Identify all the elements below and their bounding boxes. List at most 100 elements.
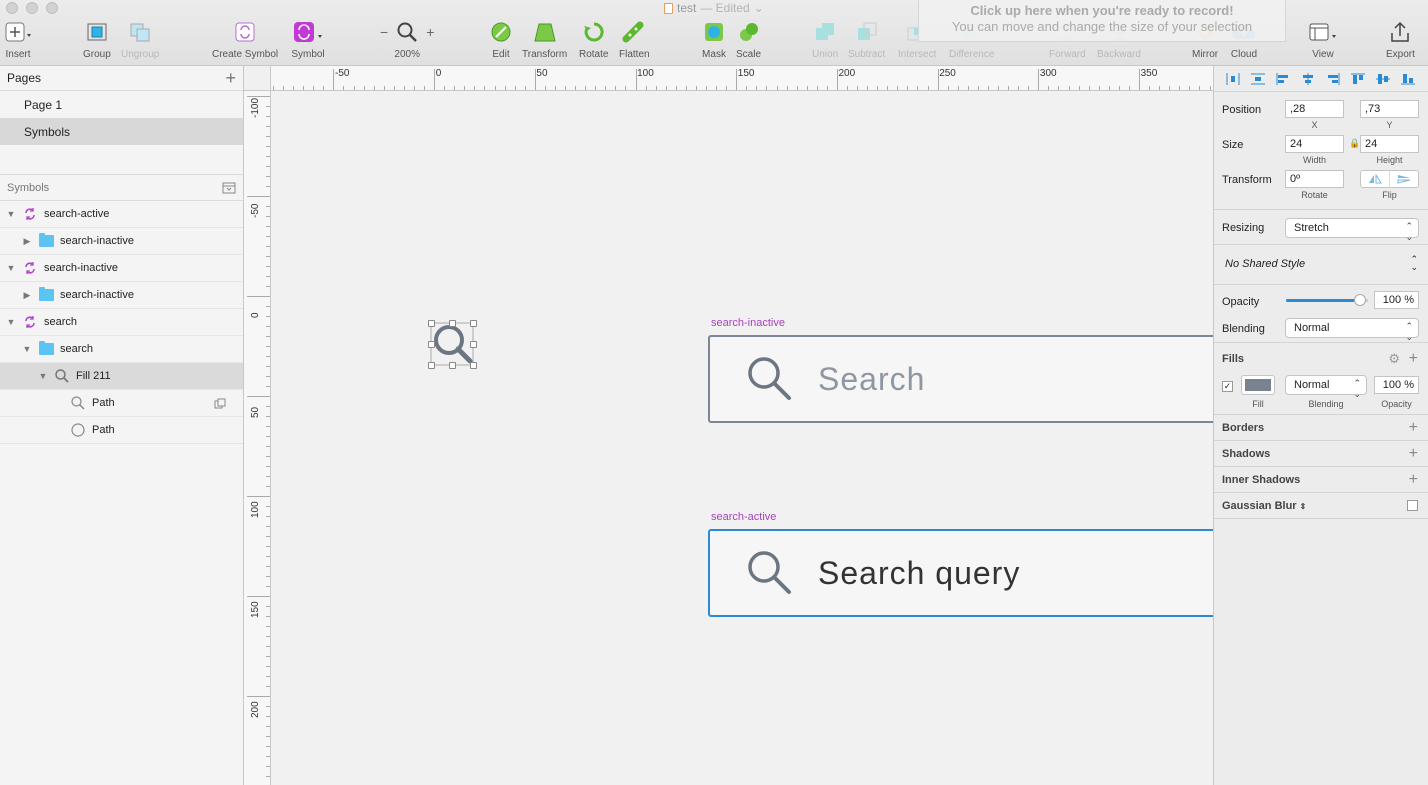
symbol-button[interactable]: Symbol	[291, 20, 325, 60]
layer-item[interactable]: ▼ Fill 211	[0, 363, 243, 390]
resize-handle[interactable]	[428, 320, 435, 327]
rotate-field[interactable]: 0º	[1285, 170, 1344, 188]
lock-icon[interactable]: 🔒	[1349, 138, 1360, 149]
add-shadow-icon[interactable]: +	[1409, 446, 1418, 462]
disclosure-collapsed-icon[interactable]: ▶	[22, 236, 32, 247]
vertical-ruler[interactable]: -100 -50 0 50 100 150 200	[244, 91, 271, 785]
page-item-page-1[interactable]: Page 1	[0, 91, 243, 118]
collapse-layers-icon[interactable]	[222, 182, 236, 194]
disclosure-expanded-icon[interactable]: ▼	[6, 209, 16, 219]
resize-handle[interactable]	[470, 362, 477, 369]
layer-item[interactable]: ▼ search	[0, 336, 243, 363]
export-button[interactable]: Export	[1386, 20, 1415, 60]
zoom-control[interactable]: − + 200%	[380, 20, 434, 60]
search-active-artboard[interactable]: Search query	[708, 529, 1213, 617]
group-icon	[87, 23, 107, 41]
layer-item[interactable]: ▼ search-inactive	[0, 255, 243, 282]
scale-button[interactable]: Scale	[736, 20, 761, 60]
fill-blending-select[interactable]: Normal ⌃ ⌄	[1285, 375, 1367, 399]
add-fill-icon[interactable]: +	[1409, 351, 1418, 367]
mask-toggle-icon[interactable]	[214, 398, 226, 412]
layer-item[interactable]: Path	[0, 390, 243, 417]
artboard-label-search-active[interactable]: search-active	[711, 511, 776, 523]
resize-handle[interactable]	[449, 320, 456, 327]
align-middle-icon[interactable]	[1370, 70, 1395, 88]
union-button[interactable]: Union	[812, 20, 838, 60]
group-label: Group	[83, 49, 111, 60]
align-center-icon[interactable]	[1295, 70, 1320, 88]
layer-item[interactable]: ▶ search-inactive	[0, 282, 243, 309]
zoom-in-button[interactable]: +	[426, 24, 434, 40]
resize-handle[interactable]	[428, 341, 435, 348]
opacity-slider[interactable]	[1286, 294, 1368, 306]
position-x-field[interactable]: ,28	[1285, 100, 1344, 118]
blending-select[interactable]: Normal ⌃ ⌄	[1285, 318, 1419, 342]
flatten-button[interactable]: Flatten	[619, 20, 650, 60]
selected-search-icon[interactable]	[428, 320, 477, 369]
distribute-vertical-icon[interactable]	[1245, 70, 1270, 88]
layer-item[interactable]: Path	[0, 417, 243, 444]
distribute-horizontal-icon[interactable]	[1220, 70, 1245, 88]
chevron-down-icon[interactable]: ⌄	[754, 1, 764, 15]
shared-style-section[interactable]: No Shared Style ⌃ ⌄	[1214, 245, 1428, 285]
position-y-field[interactable]: ,73	[1360, 100, 1419, 118]
layer-label: search-inactive	[60, 235, 134, 247]
record-banner[interactable]: Click up here when you're ready to recor…	[918, 0, 1286, 42]
mask-button[interactable]: Mask	[702, 20, 726, 60]
transform-button[interactable]: Transform	[522, 20, 567, 60]
disclosure-expanded-icon[interactable]: ▼	[6, 263, 16, 273]
resizing-select[interactable]: Stretch ⌃ ⌄	[1285, 218, 1419, 242]
align-right-icon[interactable]	[1320, 70, 1345, 88]
resize-handle[interactable]	[470, 320, 477, 327]
layers-header: Symbols	[0, 175, 243, 201]
add-inner-shadow-icon[interactable]: +	[1409, 472, 1418, 488]
disclosure-expanded-icon[interactable]: ▼	[38, 371, 48, 381]
fill-enabled-checkbox[interactable]: ✓	[1222, 381, 1233, 392]
artboard-label-search-inactive[interactable]: search-inactive	[711, 317, 785, 329]
ruler-tick	[313, 86, 315, 90]
ungroup-button[interactable]: Ungroup	[121, 20, 159, 60]
flip-vertical-icon[interactable]	[1390, 171, 1418, 187]
edit-button[interactable]: Edit	[490, 20, 512, 60]
resize-handle[interactable]	[428, 362, 435, 369]
flatten-icon	[622, 21, 644, 43]
align-left-icon[interactable]	[1270, 70, 1295, 88]
canvas[interactable]: -50 0 50 100 150 200 250 300 350 -100 -50 0 50 100 15…	[244, 66, 1213, 785]
resize-handle[interactable]	[449, 362, 456, 369]
minimize-window-button[interactable]	[26, 2, 38, 14]
search-inactive-artboard[interactable]: Search	[708, 335, 1213, 423]
subtract-button[interactable]: Subtract	[848, 20, 885, 60]
disclosure-collapsed-icon[interactable]: ▶	[22, 290, 32, 301]
fill-opacity-field[interactable]: 100 %	[1374, 376, 1419, 394]
group-button[interactable]: Group	[83, 20, 111, 60]
view-button[interactable]: View	[1308, 20, 1338, 60]
horizontal-ruler[interactable]: -50 0 50 100 150 200 250 300 350	[271, 66, 1213, 91]
page-item-symbols[interactable]: Symbols	[0, 118, 243, 145]
layer-item[interactable]: ▼ search-active	[0, 201, 243, 228]
blur-type-select[interactable]: Gaussian Blur ⇕	[1222, 500, 1306, 512]
align-bottom-icon[interactable]	[1395, 70, 1420, 88]
height-field[interactable]: 24	[1360, 135, 1419, 153]
layer-item[interactable]: ▼ search	[0, 309, 243, 336]
resize-handle[interactable]	[470, 341, 477, 348]
add-border-icon[interactable]: +	[1409, 420, 1418, 436]
disclosure-expanded-icon[interactable]: ▼	[6, 317, 16, 327]
close-window-button[interactable]	[6, 2, 18, 14]
fill-color-well[interactable]	[1241, 375, 1275, 395]
layer-item[interactable]: ▶ search-inactive	[0, 228, 243, 255]
opacity-field[interactable]: 100 %	[1374, 291, 1419, 309]
rotate-button[interactable]: Rotate	[579, 20, 608, 60]
ruler-tick	[836, 69, 838, 90]
create-symbol-button[interactable]: Create Symbol	[212, 20, 278, 60]
flip-horizontal-icon[interactable]	[1361, 171, 1390, 187]
blur-enabled-checkbox[interactable]	[1407, 500, 1418, 511]
width-field[interactable]: 24	[1285, 135, 1344, 153]
add-page-icon[interactable]: +	[225, 69, 236, 87]
insert-button[interactable]: Insert	[4, 20, 32, 60]
disclosure-expanded-icon[interactable]: ▼	[22, 344, 32, 354]
zoom-window-button[interactable]	[46, 2, 58, 14]
align-top-icon[interactable]	[1345, 70, 1370, 88]
zoom-out-button[interactable]: −	[380, 24, 388, 40]
gear-icon[interactable]: ⚙	[1388, 351, 1400, 367]
opacity-slider-knob[interactable]	[1353, 294, 1366, 306]
